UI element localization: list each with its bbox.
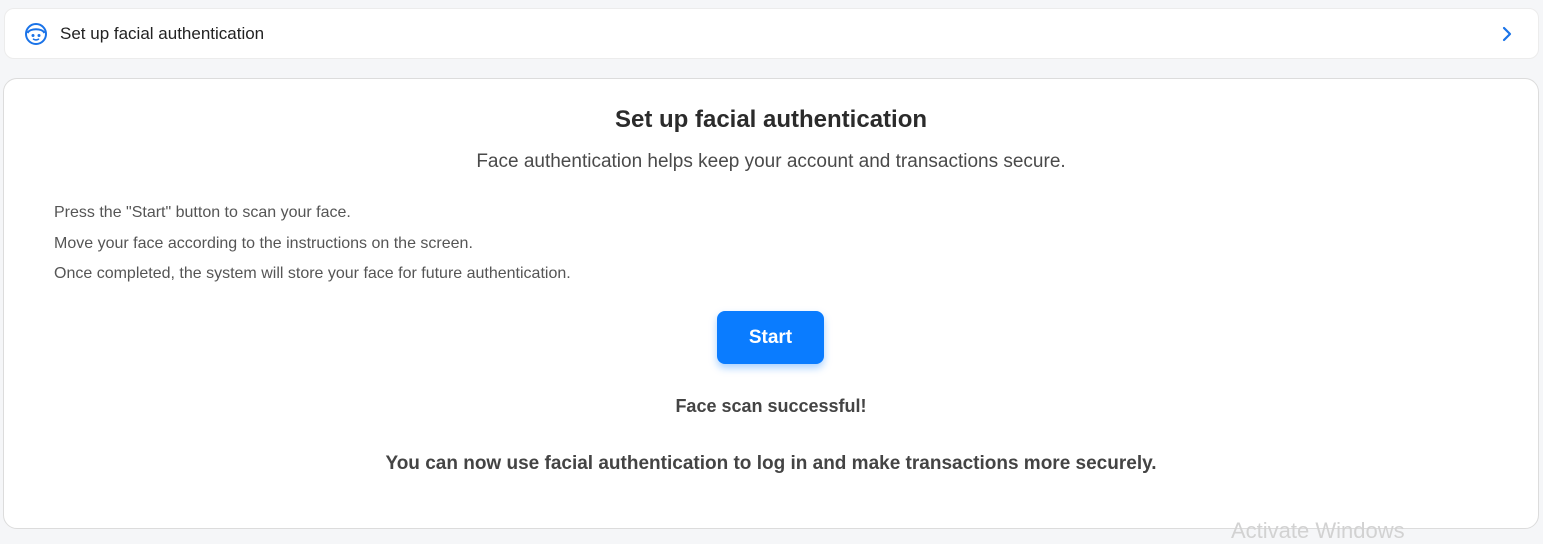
- facial-auth-settings-row[interactable]: Set up facial authentication: [4, 8, 1539, 59]
- instruction-list: Press the "Start" button to scan your fa…: [54, 203, 571, 295]
- instruction-step: Move your face according to the instruct…: [54, 234, 473, 252]
- face-id-icon: [25, 23, 47, 45]
- windows-activation-watermark: Activate Windows: [1231, 518, 1405, 543]
- instruction-step: Once completed, the system will store yo…: [54, 265, 571, 282]
- instruction-step: Press the "Start" button to scan your fa…: [54, 204, 351, 221]
- settings-row-label: Set up facial authentication: [60, 24, 265, 43]
- facial-auth-setup-card: Set up facial authentication Face authen…: [3, 78, 1539, 529]
- scan-success-message: You can now use facial authentication to…: [385, 453, 1157, 474]
- page-title: Set up facial authentication: [614, 106, 928, 133]
- page-subtitle: Face authentication helps keep your acco…: [476, 151, 1066, 172]
- start-button[interactable]: Start: [717, 311, 824, 364]
- chevron-right-icon[interactable]: [1500, 25, 1514, 43]
- scan-success-title: Face scan successful!: [675, 396, 867, 416]
